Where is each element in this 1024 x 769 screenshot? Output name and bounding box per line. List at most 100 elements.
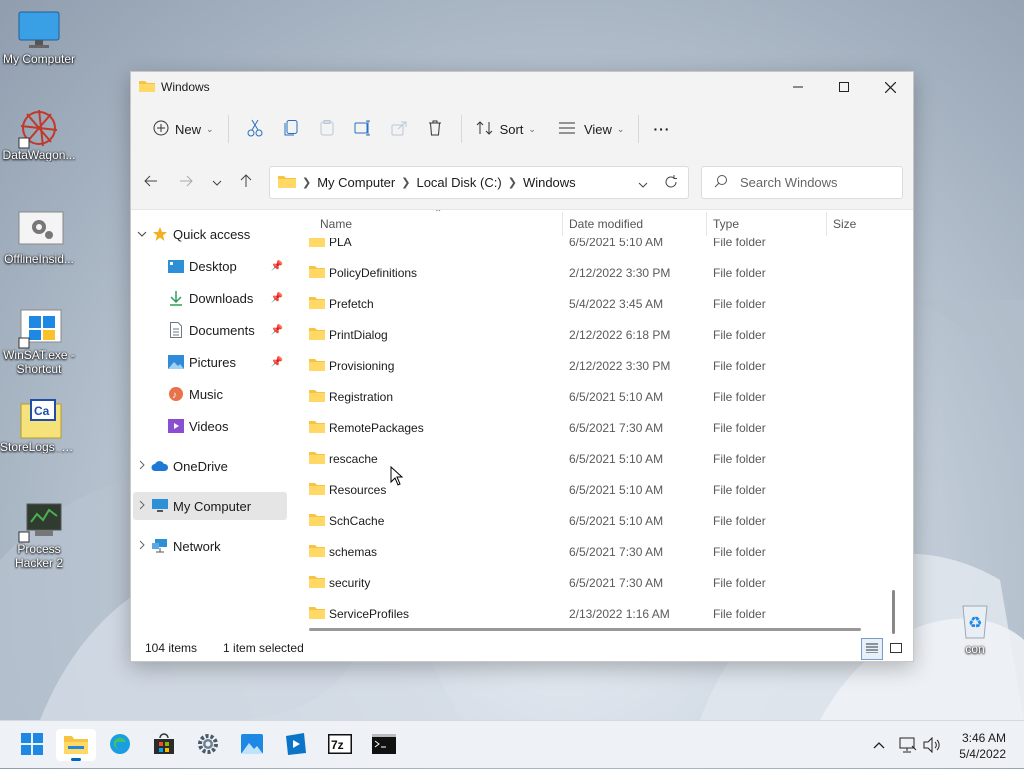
column-header-size[interactable]: Size — [833, 217, 856, 231]
folder-icon — [309, 575, 325, 591]
desktop-icon-winsat-shortcut[interactable]: WinSAT.exe - Shortcut — [0, 306, 78, 376]
clipboard-icon — [320, 119, 334, 139]
desktop-icon-datawagon[interactable]: DataWagon... — [0, 106, 78, 162]
cut-button[interactable] — [237, 113, 273, 145]
desktop-icon-process-hacker[interactable]: Process Hacker 2 — [0, 500, 78, 570]
taskbar-edge[interactable] — [100, 729, 140, 761]
refresh-icon[interactable] — [664, 175, 678, 192]
desktop-icon-recycle-bin[interactable]: ♻ con — [936, 600, 1014, 656]
desktop-icon-storelogs[interactable]: Ca StoreLogs_2... — [0, 398, 78, 454]
file-row[interactable]: Prefetch 5/4/2022 3:45 AM File folder — [293, 288, 899, 319]
rename-button[interactable] — [345, 113, 381, 145]
breadcrumb-windows[interactable]: Windows — [523, 175, 576, 190]
recent-locations-button[interactable] — [205, 170, 229, 194]
network-status-icon[interactable] — [896, 737, 920, 753]
pin-icon[interactable]: 📌 — [271, 357, 283, 368]
column-header-date[interactable]: Date modified — [569, 217, 643, 231]
file-name: RemotePackages — [329, 420, 424, 435]
large-icons-view-button[interactable] — [885, 638, 907, 660]
horizontal-scrollbar[interactable] — [309, 628, 861, 631]
taskbar-7zip[interactable]: 7z — [320, 729, 360, 761]
copy-button[interactable] — [273, 113, 309, 145]
breadcrumb-my-computer[interactable]: My Computer — [317, 175, 395, 190]
file-row[interactable]: rescache 6/5/2021 5:10 AM File folder — [293, 443, 899, 474]
column-header-type[interactable]: Type — [713, 217, 739, 231]
trash-icon — [428, 120, 442, 139]
taskbar-media-player[interactable] — [276, 729, 316, 761]
collapsed-chevron-icon[interactable] — [133, 540, 151, 553]
up-button[interactable] — [234, 170, 258, 194]
nav-item-music[interactable]: ♪ Music — [133, 380, 287, 408]
vertical-scrollbar[interactable] — [892, 590, 895, 634]
taskbar-terminal[interactable] — [364, 729, 404, 761]
minimize-button[interactable] — [775, 72, 821, 102]
file-date-modified: 6/5/2021 5:10 AM — [569, 513, 664, 528]
arrow-right-icon — [179, 175, 193, 190]
nav-item-documents[interactable]: Documents 📌 — [133, 316, 287, 344]
delete-button[interactable] — [417, 113, 453, 145]
taskbar-photos[interactable] — [232, 729, 272, 761]
collapsed-chevron-icon[interactable] — [133, 460, 151, 473]
navigation-pane: Quick access Desktop 📌 Downloads 📌 Docum… — [131, 210, 291, 635]
collapsed-chevron-icon[interactable] — [133, 500, 151, 513]
clock-date: 5/4/2022 — [959, 747, 1006, 761]
view-button[interactable]: View ⌄ — [552, 113, 631, 145]
paste-button[interactable] — [309, 113, 345, 145]
column-divider[interactable] — [562, 212, 563, 236]
file-type: File folder — [713, 358, 766, 373]
nav-my-computer[interactable]: My Computer — [133, 492, 287, 520]
more-options-button[interactable]: ··· — [647, 113, 676, 145]
nav-network[interactable]: Network — [133, 532, 287, 560]
taskbar-file-explorer[interactable] — [56, 729, 96, 761]
column-divider[interactable] — [706, 212, 707, 236]
folder-icon — [278, 174, 296, 191]
file-date-modified: 6/5/2021 5:10 AM — [569, 451, 664, 466]
music-icon: ♪ — [167, 386, 185, 402]
volume-icon[interactable] — [920, 737, 944, 753]
details-view-button[interactable] — [861, 638, 883, 660]
folder-icon — [309, 420, 325, 436]
column-divider[interactable] — [826, 212, 827, 236]
file-row[interactable]: Registration 6/5/2021 5:10 AM File folder — [293, 381, 899, 412]
nav-item-downloads[interactable]: Downloads 📌 — [133, 284, 287, 312]
address-row: ❯ My Computer ❯ Local Disk (C:) ❯ Window… — [131, 156, 913, 210]
nav-item-videos[interactable]: Videos — [133, 412, 287, 440]
file-row[interactable]: SchCache 6/5/2021 5:10 AM File folder — [293, 505, 899, 536]
address-dropdown-icon[interactable] — [638, 176, 648, 191]
nav-item-desktop[interactable]: Desktop 📌 — [133, 252, 287, 280]
show-hidden-icons-button[interactable] — [868, 741, 890, 749]
taskbar-store[interactable] — [144, 729, 184, 761]
file-row[interactable]: PolicyDefinitions 2/12/2022 3:30 PM File f… — [293, 257, 899, 288]
title-bar[interactable]: Windows — [131, 72, 913, 102]
forward-button[interactable] — [174, 170, 198, 194]
desktop-icon-offlineinsider[interactable]: OfflineInsid... — [0, 210, 78, 266]
column-header-name[interactable]: Name — [320, 217, 352, 231]
close-button[interactable] — [867, 72, 913, 102]
file-row[interactable]: RemotePackages 6/5/2021 7:30 AM File folde… — [293, 412, 899, 443]
file-row[interactable]: Resources 6/5/2021 5:10 AM File folder — [293, 474, 899, 505]
nav-item-pictures[interactable]: Pictures 📌 — [133, 348, 287, 376]
address-bar[interactable]: ❯ My Computer ❯ Local Disk (C:) ❯ Window… — [269, 166, 689, 199]
file-row[interactable]: schemas 6/5/2021 7:30 AM File folder — [293, 536, 899, 567]
nav-onedrive[interactable]: OneDrive — [133, 452, 287, 480]
new-button[interactable]: New ⌄ — [147, 113, 220, 145]
taskbar-settings[interactable] — [188, 729, 228, 761]
search-input[interactable]: Search Windows — [701, 166, 903, 199]
folder-icon — [309, 389, 325, 405]
file-row[interactable]: ServiceProfiles 2/13/2022 1:16 AM File fol… — [293, 598, 899, 629]
pin-icon[interactable]: 📌 — [271, 261, 283, 272]
file-row[interactable]: security 6/5/2021 7:30 AM File folder — [293, 567, 899, 598]
file-row[interactable]: PrintDialog 2/12/2022 6:18 PM File folder — [293, 319, 899, 350]
clock[interactable]: 3:46 AM 5/4/2022 — [959, 730, 1006, 762]
back-button[interactable] — [139, 170, 163, 194]
nav-quick-access[interactable]: Quick access — [133, 220, 287, 248]
share-button[interactable] — [381, 113, 417, 145]
desktop-icon-my-computer[interactable]: My Computer — [0, 10, 78, 66]
pin-icon[interactable]: 📌 — [271, 293, 283, 304]
maximize-button[interactable] — [821, 72, 867, 102]
sort-button[interactable]: Sort ⌄ — [470, 113, 542, 145]
start-button[interactable] — [12, 729, 52, 761]
file-row[interactable]: Provisioning 2/12/2022 3:30 PM File folder — [293, 350, 899, 381]
pin-icon[interactable]: 📌 — [271, 325, 283, 336]
breadcrumb-local-disk[interactable]: Local Disk (C:) — [416, 175, 501, 190]
